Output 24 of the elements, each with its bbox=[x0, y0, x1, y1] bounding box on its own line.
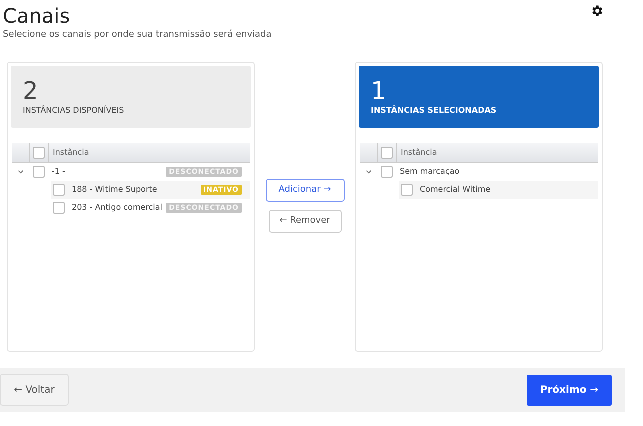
count: 2 bbox=[23, 79, 40, 103]
checkbox[interactable] bbox=[33, 146, 45, 158]
caption: INSTÂNCIAS SELECIONADAS bbox=[371, 105, 498, 117]
add-button[interactable]: Adicionar → bbox=[266, 179, 344, 202]
checkbox[interactable] bbox=[53, 184, 65, 196]
column-header: Instância bbox=[53, 146, 90, 158]
settings-icon[interactable] bbox=[590, 4, 604, 18]
caption: INSTÂNCIAS DISPONÍVEIS bbox=[23, 105, 126, 117]
tree-item[interactable]: Sem marcaçao bbox=[400, 166, 460, 178]
checkbox[interactable] bbox=[33, 166, 45, 178]
page-subtitle: Selecione os canais por onde sua transmissão será enviada bbox=[3, 29, 272, 41]
next-button[interactable]: Próximo → bbox=[527, 374, 612, 406]
page-title: Canais bbox=[3, 3, 70, 29]
back-button[interactable]: ← Voltar bbox=[0, 374, 69, 406]
column-header: Instância bbox=[401, 146, 438, 158]
checkbox[interactable] bbox=[381, 146, 393, 158]
tree-item[interactable]: 188 - Witime Suporte bbox=[72, 184, 158, 196]
count: 1 bbox=[371, 79, 388, 103]
checkbox[interactable] bbox=[53, 202, 65, 214]
remove-button[interactable]: ← Remover bbox=[268, 210, 342, 233]
tree-item[interactable]: 203 - Antigo comercial bbox=[72, 202, 163, 214]
checkbox[interactable] bbox=[381, 166, 393, 178]
checkbox[interactable] bbox=[401, 184, 413, 196]
tree-item[interactable]: -1 - bbox=[52, 166, 66, 178]
